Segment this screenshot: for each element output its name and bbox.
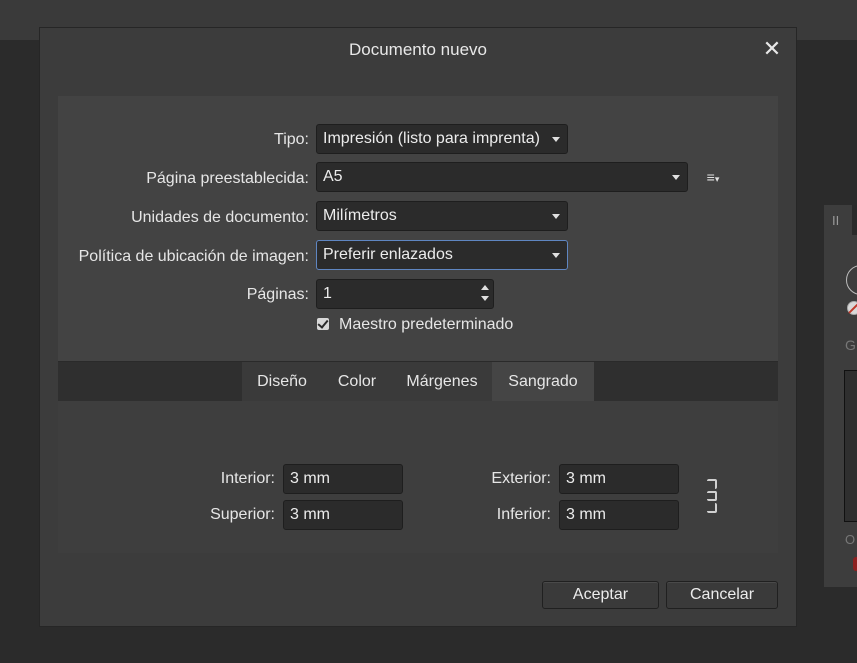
superior-value: 3 mm <box>290 506 330 523</box>
panel-tab-strip <box>852 205 857 235</box>
chevron-down-icon[interactable] <box>481 296 489 301</box>
interior-value: 3 mm <box>290 470 330 487</box>
chevron-down-icon <box>552 137 560 142</box>
panel-red-swatch[interactable] <box>853 557 857 571</box>
chevron-down-icon <box>552 214 560 219</box>
chevron-down-icon <box>672 175 680 180</box>
politica-value: Preferir enlazados <box>323 246 453 263</box>
color-wheel-icon[interactable] <box>846 265 857 295</box>
chevron-down-icon <box>552 253 560 258</box>
panel-partial-label: G <box>845 337 856 353</box>
chevron-up-icon[interactable] <box>481 285 489 290</box>
tipo-select[interactable]: Impresión (listo para imprenta) <box>316 124 568 154</box>
close-icon[interactable]: ✕ <box>761 36 783 62</box>
exterior-value: 3 mm <box>566 470 606 487</box>
interior-field[interactable]: 3 mm <box>283 464 403 494</box>
stepper-arrows[interactable] <box>480 282 491 306</box>
preset-menu-glyph: ≡ <box>706 169 715 185</box>
dialog-title: Documento nuevo <box>349 40 487 59</box>
politica-select[interactable]: Preferir enlazados <box>316 240 568 270</box>
pagina-label: Página preestablecida: <box>146 170 309 187</box>
maestro-label: Maestro predeterminado <box>339 316 514 333</box>
tab-margenes[interactable]: Márgenes <box>392 362 492 402</box>
superior-field[interactable]: 3 mm <box>283 500 403 530</box>
tab-color[interactable]: Color <box>322 362 392 402</box>
tab-bar: Diseño Color Márgenes Sangrado <box>58 361 778 402</box>
panel-partial-label-2: O <box>845 532 856 547</box>
pagina-select[interactable]: A5 <box>316 162 688 192</box>
inferior-value: 3 mm <box>566 506 606 523</box>
maestro-checkbox[interactable] <box>317 318 329 330</box>
tipo-label: Tipo: <box>274 131 309 148</box>
exterior-label: Exterior: <box>491 470 551 487</box>
preset-menu-icon[interactable]: ≡▾ <box>698 162 728 192</box>
link-chain-icon[interactable] <box>707 479 721 513</box>
interior-label: Interior: <box>220 470 275 487</box>
dialog-titlebar: Documento nuevo ✕ <box>40 28 796 72</box>
tab-diseno[interactable]: Diseño <box>242 362 322 402</box>
exterior-field[interactable]: 3 mm <box>559 464 679 494</box>
paginas-label: Páginas: <box>246 286 309 303</box>
tab-sangrado[interactable]: Sangrado <box>492 362 594 402</box>
accept-button[interactable]: Aceptar <box>542 581 659 609</box>
paginas-stepper[interactable]: 1 <box>316 279 494 309</box>
cancel-button[interactable]: Cancelar <box>666 581 778 609</box>
politica-label: Política de ubicación de imagen: <box>78 248 309 265</box>
unidades-value: Milímetros <box>323 207 397 224</box>
new-document-dialog: Documento nuevo ✕ Tipo: Impresión (listo… <box>40 28 796 626</box>
dialog-content: Tipo: Impresión (listo para imprenta) Pá… <box>58 96 778 553</box>
paginas-value: 1 <box>323 285 332 302</box>
superior-label: Superior: <box>210 506 275 523</box>
panel-color-box[interactable] <box>844 370 857 522</box>
panel-grip-icon[interactable]: II <box>832 213 839 228</box>
inferior-field[interactable]: 3 mm <box>559 500 679 530</box>
tipo-value: Impresión (listo para imprenta) <box>323 130 540 147</box>
no-color-icon[interactable] <box>847 301 857 315</box>
pagina-value: A5 <box>323 168 343 185</box>
background-color-panel: II G O <box>824 205 857 587</box>
unidades-select[interactable]: Milímetros <box>316 201 568 231</box>
unidades-label: Unidades de documento: <box>131 209 309 226</box>
inferior-label: Inferior: <box>496 506 551 523</box>
